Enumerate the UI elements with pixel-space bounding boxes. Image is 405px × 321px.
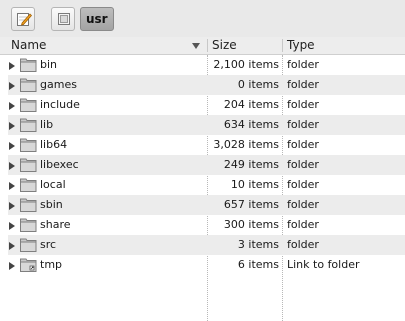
expander-arrow-icon[interactable] — [9, 100, 15, 113]
file-size: 249 items — [223, 158, 279, 171]
file-name: games — [40, 78, 77, 91]
file-size: 0 items — [237, 78, 279, 91]
table-row[interactable]: tmp 6 items Link to folder — [8, 255, 405, 275]
folder-icon — [20, 138, 37, 155]
file-name: src — [40, 238, 57, 251]
file-type: Link to folder — [287, 258, 360, 271]
file-type: folder — [287, 218, 319, 231]
folder-icon — [20, 158, 37, 175]
folder-icon — [20, 218, 37, 235]
file-name: lib — [40, 118, 54, 131]
table-row[interactable]: games 0 items folder — [8, 75, 405, 95]
file-type: folder — [287, 238, 319, 251]
column-size[interactable]: Size — [212, 37, 237, 54]
expander-arrow-icon[interactable] — [9, 180, 15, 193]
file-size: 2,100 items — [213, 58, 279, 71]
file-name: include — [40, 98, 80, 111]
file-name: share — [40, 218, 71, 231]
column-type[interactable]: Type — [287, 37, 315, 54]
file-size: 657 items — [223, 198, 279, 211]
expander-arrow-icon[interactable] — [9, 220, 15, 233]
file-type: folder — [287, 58, 319, 71]
file-name: libexec — [40, 158, 79, 171]
file-type: folder — [287, 118, 319, 131]
pencil-note-icon — [17, 13, 32, 26]
table-row[interactable]: bin 2,100 items folder — [8, 55, 405, 75]
expander-arrow-icon[interactable] — [9, 60, 15, 73]
folder-icon — [20, 118, 37, 135]
table-row[interactable]: lib64 3,028 items folder — [8, 135, 405, 155]
table-row[interactable]: sbin 657 items folder — [8, 195, 405, 215]
table-row[interactable]: src 3 items folder — [8, 235, 405, 255]
window-icon — [58, 13, 70, 25]
folder-icon — [20, 58, 37, 75]
folder-icon — [20, 178, 37, 195]
folder-icon — [20, 98, 37, 115]
expander-arrow-icon[interactable] — [9, 160, 15, 173]
file-type: folder — [287, 178, 319, 191]
expander-arrow-icon[interactable] — [9, 200, 15, 213]
file-name: tmp — [40, 258, 63, 271]
expander-arrow-icon[interactable] — [9, 140, 15, 153]
file-name: sbin — [40, 198, 63, 211]
edit-location-button[interactable] — [11, 7, 35, 31]
column-header: Name Size Type — [0, 37, 405, 55]
sort-down-icon[interactable] — [192, 43, 200, 49]
file-size: 3,028 items — [213, 138, 279, 151]
column-separator[interactable] — [207, 39, 208, 52]
file-name: local — [40, 178, 66, 191]
breadcrumb-usr[interactable]: usr — [80, 7, 114, 31]
table-row[interactable]: local 10 items folder — [8, 175, 405, 195]
toolbar: usr — [0, 0, 405, 38]
table-row[interactable]: share 300 items folder — [8, 215, 405, 235]
file-list: bin 2,100 items folder games 0 items folder in… — [8, 55, 405, 275]
file-size: 10 items — [230, 178, 279, 191]
folder-icon — [20, 78, 37, 95]
column-separator[interactable] — [282, 39, 283, 52]
expander-arrow-icon[interactable] — [9, 80, 15, 93]
column-name[interactable]: Name — [11, 37, 46, 54]
table-row[interactable]: lib 634 items folder — [8, 115, 405, 135]
file-type: folder — [287, 138, 319, 151]
expander-arrow-icon[interactable] — [9, 260, 15, 273]
file-size: 300 items — [223, 218, 279, 231]
folder-icon — [20, 198, 37, 215]
file-type: folder — [287, 158, 319, 171]
expander-arrow-icon[interactable] — [9, 120, 15, 133]
file-type: folder — [287, 78, 319, 91]
file-size: 6 items — [237, 258, 279, 271]
folder-icon — [20, 238, 37, 255]
expander-arrow-icon[interactable] — [9, 240, 15, 253]
file-size: 204 items — [223, 98, 279, 111]
file-size: 3 items — [237, 238, 279, 251]
file-size: 634 items — [223, 118, 279, 131]
table-row[interactable]: libexec 249 items folder — [8, 155, 405, 175]
file-name: lib64 — [40, 138, 68, 151]
file-type: folder — [287, 98, 319, 111]
file-type: folder — [287, 198, 319, 211]
table-row[interactable]: include 204 items folder — [8, 95, 405, 115]
file-name: bin — [40, 58, 58, 71]
view-button[interactable] — [51, 7, 75, 31]
folder-link-icon — [20, 258, 37, 275]
